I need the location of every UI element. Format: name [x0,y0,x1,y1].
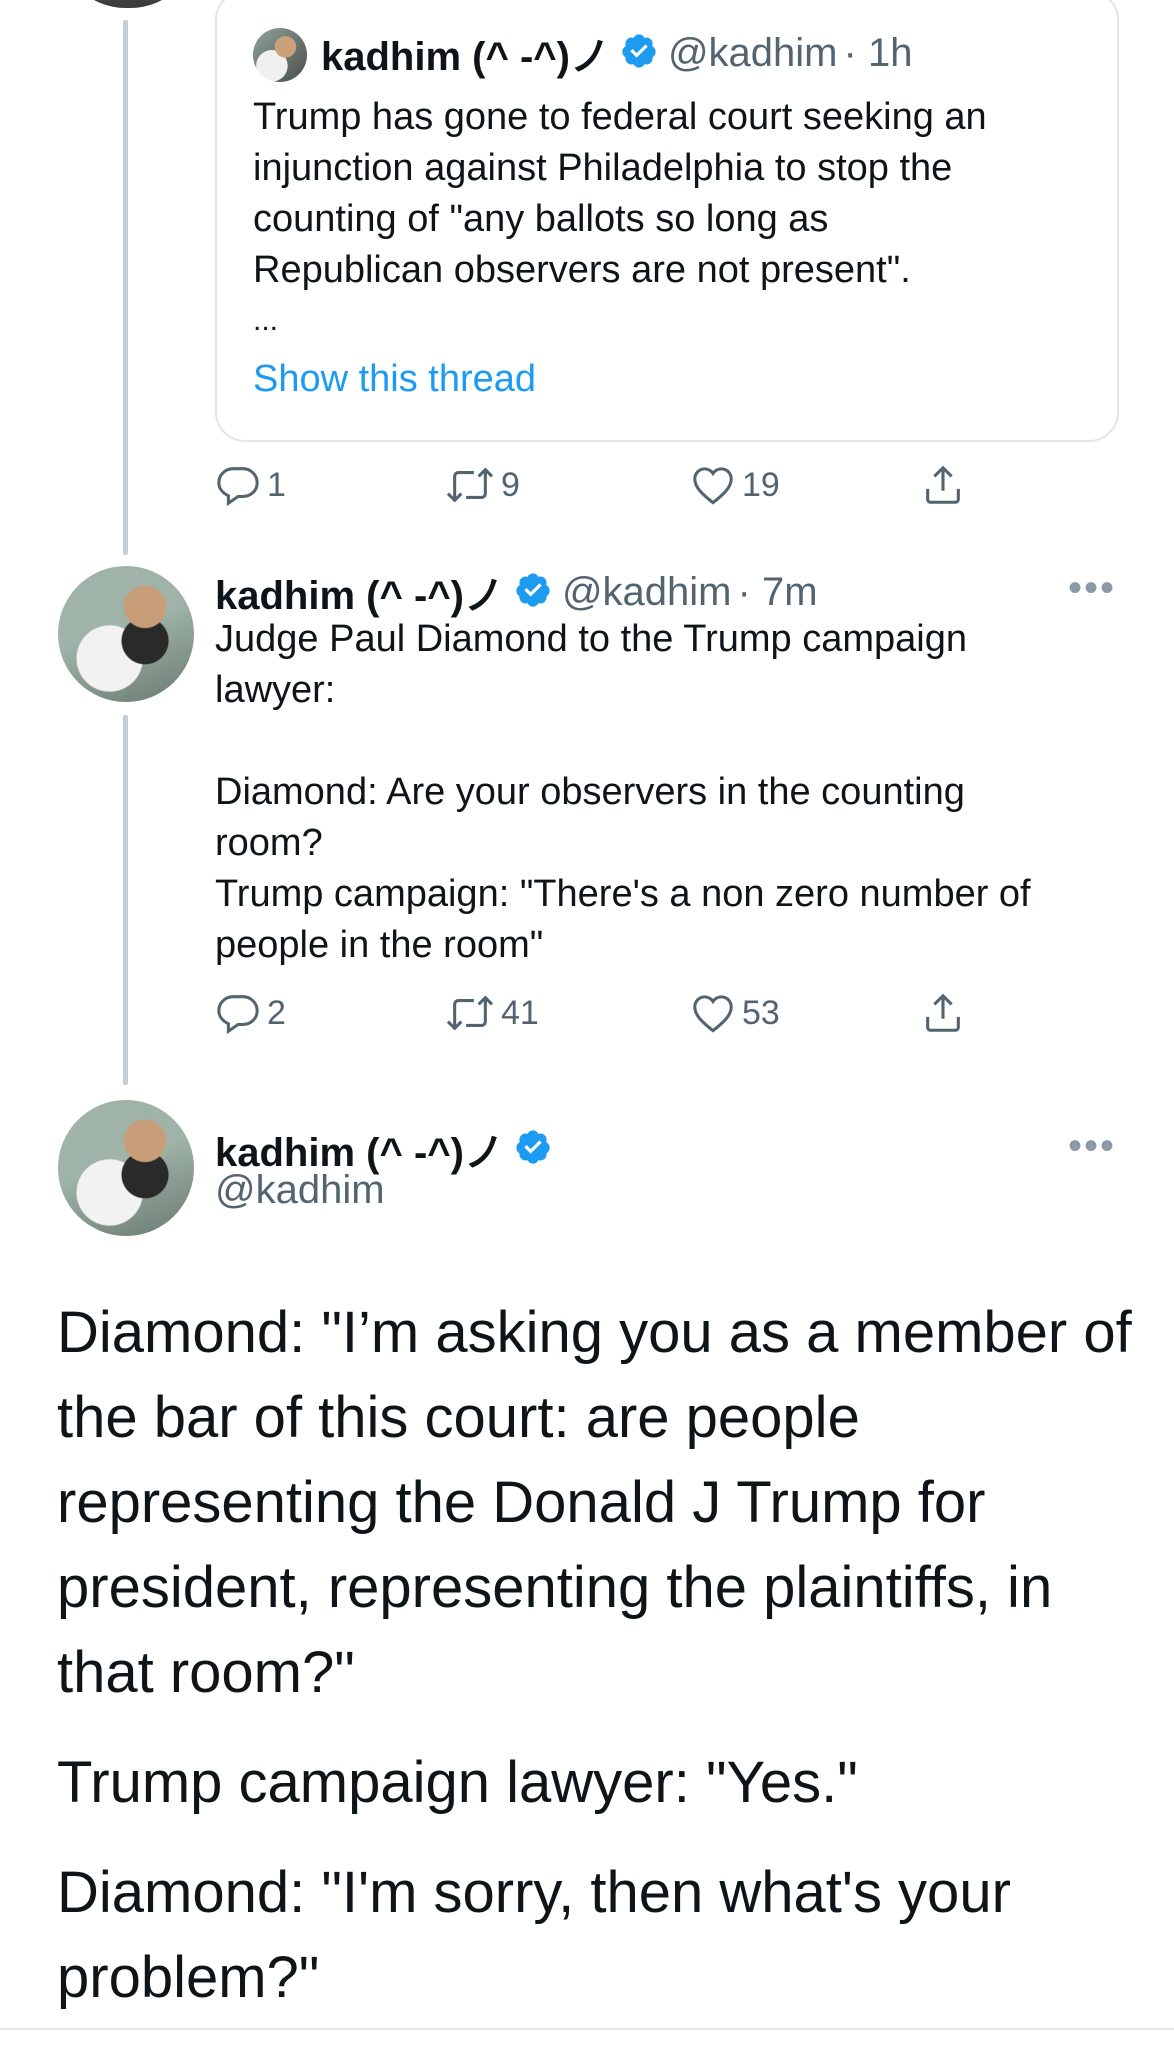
tweet3-line: representing the Donald J Trump for [57,1470,986,1535]
share-button[interactable] [920,990,972,1036]
share-button[interactable] [920,462,972,508]
show-this-thread-link[interactable]: Show this thread [253,354,536,405]
tweet2-text: Judge Paul Diamond to the Trump campaign… [215,614,1115,971]
retweet-icon [446,467,494,503]
quoted-line: injunction against Philadelphia to stop … [253,147,953,189]
retweet-button[interactable]: 9 [445,462,520,508]
quoted-author-avatar [253,28,307,82]
tweet3-line: the bar of this court: are people [57,1385,860,1450]
share-icon [926,465,960,504]
author-avatar[interactable] [58,566,194,702]
more-options-icon[interactable]: ••• [1068,566,1116,611]
like-count: 53 [742,993,780,1032]
quoted-line: counting of "any ballots so long as [253,198,829,240]
reply-count: 2 [267,993,286,1032]
quoted-author-handle[interactable]: @kadhim [668,31,838,76]
tweet3-line: Diamond: "I’m asking you as a member of [57,1300,1132,1365]
tweet2-line: people in the room" [215,924,544,966]
tweet3-line: problem?" [57,1945,320,2010]
retweet-count: 41 [501,993,539,1032]
quoted-line: Trump has gone to federal court seeking … [253,96,987,138]
heart-icon [693,995,733,1033]
tweet2-author-handle[interactable]: @kadhim [562,570,732,615]
retweet-count: 9 [501,465,520,504]
avatar-top-partial[interactable] [58,0,198,8]
tweet3-line: president, representing the plaintiffs, … [57,1555,1053,1620]
quoted-tweet-time: · 1h [843,30,913,75]
quoted-author-name: kadhim (^ -^)ノ [321,35,610,79]
verified-badge-icon [514,1128,552,1171]
more-options-icon[interactable]: ••• [1068,1124,1116,1169]
share-icon [926,993,960,1032]
tweet2-line: Trump campaign: "There's a non zero numb… [215,873,1031,915]
like-count: 19 [742,465,780,504]
tweet2-line [215,716,1115,767]
tweet3-author-handle[interactable]: @kadhim [215,1168,385,1213]
tweet3-line: that room?" [57,1640,355,1705]
author-avatar[interactable] [58,1100,194,1236]
like-button[interactable]: 19 [690,462,780,508]
tweet3-paragraph-1: Diamond: "I’m asking you as a member of … [57,1290,1157,1715]
reply-button[interactable]: 2 [215,990,286,1036]
tweet2-author-name[interactable]: kadhim (^ -^)ノ [215,563,504,621]
tweet3-paragraph-2: Trump campaign lawyer: "Yes." [57,1750,858,1815]
retweet-button[interactable]: 41 [445,990,539,1036]
reply-count: 1 [267,465,286,504]
quoted-line: Republican observers are not present". [253,249,911,291]
tweet2-time: · 7m [737,569,818,614]
quoted-tweet-text: Trump has gone to federal court seeking … [253,92,1093,346]
tweet2-line: room? [215,822,323,864]
bottom-divider [0,2028,1174,2030]
verified-badge-icon [620,32,658,75]
reply-button[interactable]: 1 [215,462,286,508]
like-button[interactable]: 53 [690,990,780,1036]
reply-icon [217,467,259,507]
tweet3-line: Diamond: "I'm sorry, then what's your [57,1860,1011,1925]
thread-line [123,715,128,1085]
quoted-ellipsis: ... [253,304,279,337]
verified-badge-icon [514,571,552,614]
retweet-icon [446,995,494,1031]
heart-icon [693,467,733,505]
tweet2-line: lawyer: [215,669,336,711]
thread-line [123,20,128,555]
tweet3-paragraph-3: Diamond: "I'm sorry, then what's your pr… [57,1850,1157,2020]
tweet2-line: Diamond: Are your observers in the count… [215,771,965,813]
quoted-tweet-card[interactable]: kadhim (^ -^)ノ @kadhim · 1h Trump has go… [215,0,1119,442]
reply-icon [217,995,259,1035]
tweet2-line: Judge Paul Diamond to the Trump campaign [215,618,967,660]
